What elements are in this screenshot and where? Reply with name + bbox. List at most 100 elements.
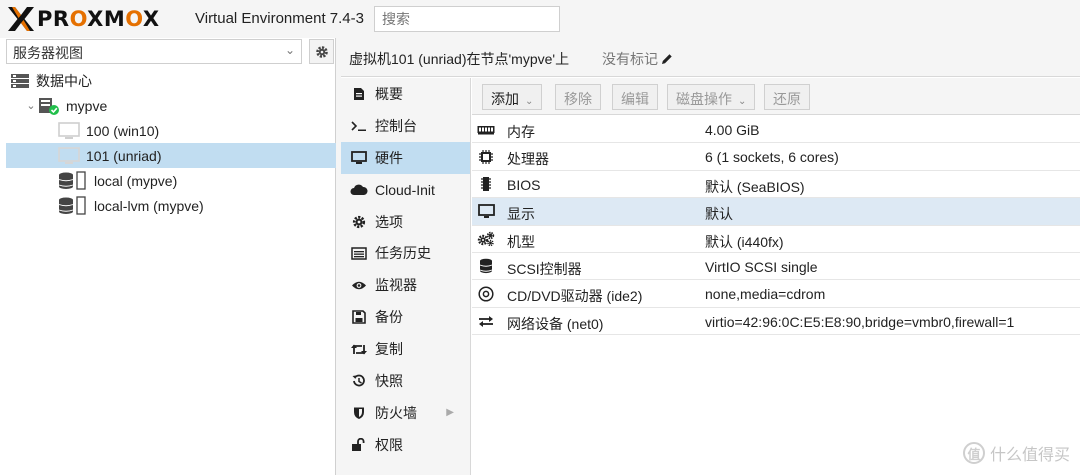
summary-icon [349,87,369,101]
view-select[interactable]: 服务器视图 ⌄ [6,39,302,64]
hardware-value: 默认 [705,206,733,223]
display-icon [477,203,495,220]
retweet-icon [349,343,369,356]
tree-item-storage-local-lvm[interactable]: local-lvm (mypve) [6,193,336,218]
tree-item-storage-local[interactable]: local (mypve) [6,168,336,193]
view-select-value: 服务器视图 [13,45,83,61]
storage-icon [58,170,88,191]
hardware-row-cdrom[interactable]: CD/DVD驱动器 (ide2) none,media=cdrom [472,280,1080,308]
vm-tags[interactable]: 没有标记 [602,49,673,69]
hardware-value: VirtIO SCSI single [705,258,818,275]
menu-item-firewall[interactable]: 防火墙 ▶ [341,397,470,429]
add-button[interactable]: 添加 ⌄ [482,84,543,110]
database-icon [477,258,495,275]
menu-item-backup[interactable]: 备份 [341,301,470,333]
chevron-down-icon: ⌄ [525,96,534,107]
hardware-table: 内存 4.00 GiB 处理器 6 (1 sockets, 6 cores) B… [472,116,1080,336]
gear-icon [315,45,328,58]
hardware-name: 网络设备 (net0) [507,315,604,332]
menu-item-label: 选项 [375,213,403,230]
add-button-label: 添加 [491,91,519,107]
menu-item-label: 硬件 [375,149,403,166]
menu-item-hardware[interactable]: 硬件 [341,141,470,174]
disk-action-button-label: 磁盘操作 [676,91,732,107]
datacenter-icon [10,73,30,89]
hardware-content: 添加 ⌄ 移除 编辑 磁盘操作 ⌄ 还原 内存 4.00 GiB 处理器 6 (… [472,78,1080,475]
network-exchange-icon [477,313,495,330]
menu-item-task-history[interactable]: 任务历史 [341,237,470,269]
remove-button-label: 移除 [564,91,592,107]
tree-item-label: local-lvm (mypve) [94,197,204,214]
tree-settings-button[interactable] [309,39,334,64]
menu-item-snapshots[interactable]: 快照 [341,365,470,397]
bios-chip-icon [477,176,495,193]
menu-item-summary[interactable]: 概要 [341,78,470,110]
menu-item-monitor[interactable]: 监视器 [341,269,470,301]
hardware-name: 显示 [507,206,535,223]
revert-button-label: 还原 [773,91,801,107]
eye-icon [349,280,369,291]
edit-button[interactable]: 编辑 [612,84,658,110]
menu-item-label: 权限 [375,436,403,453]
submenu-arrow-icon[interactable]: ▶ [446,407,454,418]
tree-item-vm-100[interactable]: 100 (win10) [6,118,336,143]
hardware-toolbar: 添加 ⌄ 移除 编辑 磁盘操作 ⌄ 还原 [472,78,1080,115]
remove-button[interactable]: 移除 [555,84,601,110]
tree-item-vm-101[interactable]: 101 (unriad) [6,143,336,168]
disk-action-button[interactable]: 磁盘操作 ⌄ [667,84,756,110]
search-input[interactable] [374,6,560,32]
menu-item-label: 控制台 [375,117,417,134]
tags-label: 没有标记 [602,51,658,67]
hardware-icon [349,150,369,165]
floppy-icon [349,310,369,324]
tree-item-datacenter[interactable]: 数据中心 [6,68,336,93]
hardware-row-bios[interactable]: BIOS 默认 (SeaBIOS) [472,171,1080,199]
hardware-value: none,media=cdrom [705,286,826,303]
hardware-name: 机型 [507,233,535,250]
watermark-text: 什么值得买 [989,447,1070,464]
menu-item-label: 防火墙 [375,404,417,421]
menu-item-console[interactable]: 控制台 [341,110,470,142]
vm-monitor-icon [58,146,80,165]
menu-item-cloud-init[interactable]: Cloud-Init [341,174,470,206]
hardware-row-processor[interactable]: 处理器 6 (1 sockets, 6 cores) [472,143,1080,171]
logo-text: PROXMOX [37,7,160,31]
menu-item-label: 备份 [375,309,403,326]
hardware-row-scsi-controller[interactable]: SCSI控制器 VirtIO SCSI single [472,253,1080,281]
tree-item-label: 数据中心 [36,72,92,89]
hardware-name: 处理器 [507,151,549,168]
watermark-badge: 值 [962,442,985,464]
hardware-value: 6 (1 sockets, 6 cores) [705,149,839,166]
hardware-name: 内存 [507,124,535,140]
edit-button-label: 编辑 [621,91,649,107]
hardware-row-display[interactable]: 显示 默认 [472,198,1080,226]
tree-item-node-mypve[interactable]: ⌄ mypve [6,93,336,118]
menu-item-replication[interactable]: 复制 [341,333,470,365]
vm-title: 虚拟机101 (unriad)在节点'mypve'上 [349,51,570,67]
hardware-value: virtio=42:96:0C:E5:E8:90,bridge=vmbr0,fi… [705,313,1015,330]
tree-item-label: 101 (unriad) [86,147,162,164]
storage-icon [58,195,88,216]
hardware-row-network[interactable]: 网络设备 (net0) virtio=42:96:0C:E5:E8:90,bri… [472,308,1080,336]
pencil-icon[interactable] [661,53,673,65]
hardware-row-memory[interactable]: 内存 4.00 GiB [472,116,1080,144]
cloud-icon [349,183,369,196]
menu-item-label: 概要 [375,85,403,102]
console-icon [349,120,369,132]
tree-item-label: mypve [66,97,108,114]
node-online-icon [38,97,60,115]
hardware-row-machine[interactable]: 机型 默认 (i440fx) [472,226,1080,253]
top-bar: PROXMOX Virtual Environment 7.4-3 [0,0,1080,38]
menu-item-permissions[interactable]: 权限 [341,429,470,461]
revert-button[interactable]: 还原 [764,84,810,110]
version-label: Virtual Environment 7.4-3 [195,10,364,27]
resource-tree: 数据中心 ⌄ mypve 100 (win10) 101 (unriad) lo… [6,68,336,218]
hardware-name: BIOS [507,176,541,193]
chevron-down-icon[interactable]: ⌄ [24,99,38,112]
menu-item-label: 任务历史 [375,245,431,262]
menu-item-options[interactable]: 选项 [341,206,470,238]
proxmox-logo[interactable]: PROXMOX [6,4,160,34]
menu-item-label: Cloud-Init [375,181,435,198]
vm-side-menu: 概要 控制台 硬件 Cloud-Init 选项 任务历史 监视器 备份 复制 快… [341,78,471,475]
hardware-value: 默认 (SeaBIOS) [705,178,805,195]
